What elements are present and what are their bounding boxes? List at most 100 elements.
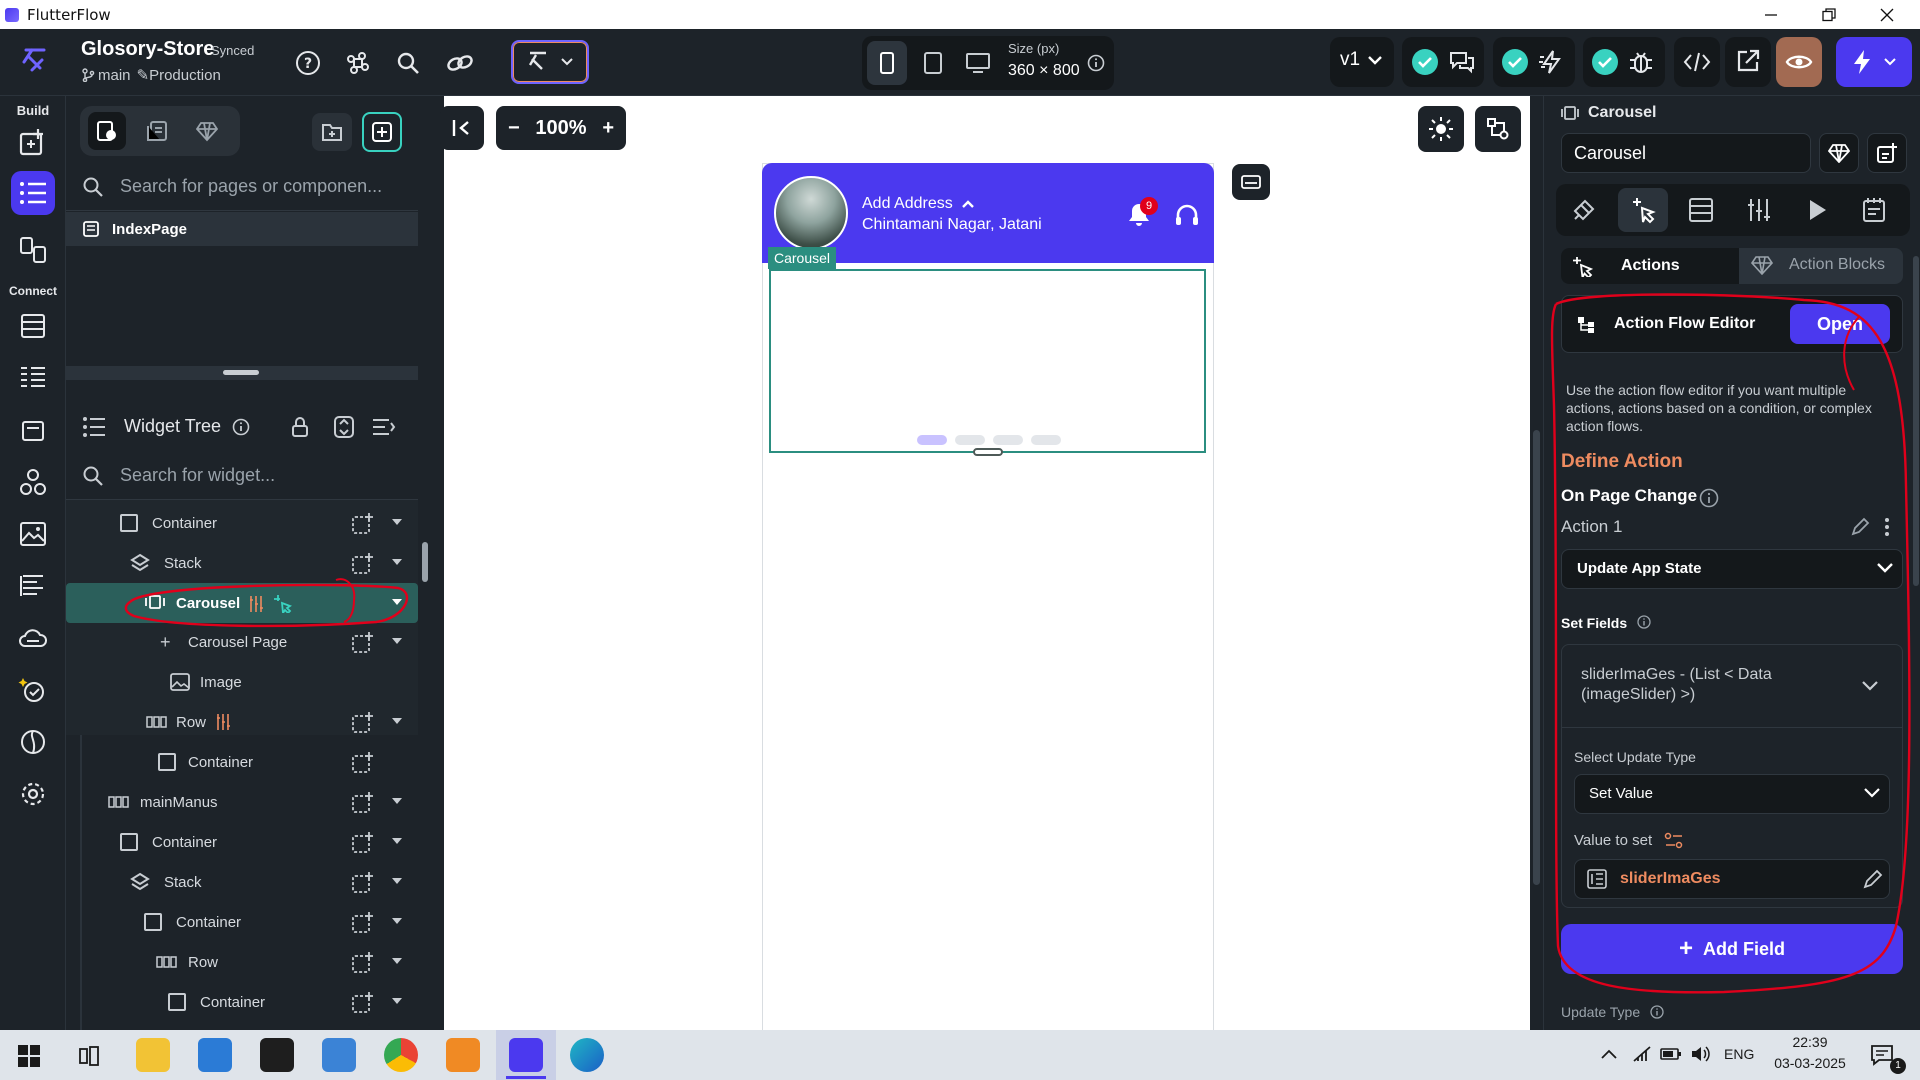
- file-explorer-taskbar-icon[interactable]: [136, 1038, 170, 1072]
- tree-row-menu-caret[interactable]: [392, 559, 402, 565]
- zoom-in-button[interactable]: +: [602, 117, 614, 140]
- add-child-icon[interactable]: [352, 631, 374, 653]
- battery-icon[interactable]: [1660, 1046, 1682, 1062]
- resize-handle[interactable]: [223, 370, 259, 375]
- search-button[interactable]: [392, 47, 424, 79]
- address-title-row[interactable]: Add Address: [862, 195, 975, 213]
- settings-rail-button[interactable]: [11, 772, 55, 816]
- add-widget-rail-button[interactable]: [11, 120, 55, 164]
- cloud-functions-rail-button[interactable]: [11, 616, 55, 660]
- zoom-out-button[interactable]: −: [508, 117, 520, 140]
- actions-tab[interactable]: [1618, 188, 1668, 232]
- collapse-panel-button[interactable]: [440, 106, 484, 150]
- add-child-icon[interactable]: [352, 791, 374, 813]
- page-search[interactable]: Search for pages or componen...: [66, 163, 418, 211]
- carousel-dot[interactable]: [993, 435, 1023, 445]
- filter-list-icon[interactable]: [371, 417, 397, 437]
- add-child-icon[interactable]: [352, 512, 374, 534]
- carousel-indicators[interactable]: [917, 435, 1061, 445]
- documentation-tab[interactable]: [1851, 188, 1897, 232]
- info-icon[interactable]: [232, 418, 250, 436]
- page-list-item[interactable]: IndexPage: [66, 212, 418, 246]
- minimize-window-button[interactable]: [1742, 0, 1800, 29]
- tree-row-menu-caret[interactable]: [392, 958, 402, 964]
- xampp-taskbar-icon[interactable]: [446, 1038, 480, 1072]
- figma-taskbar-icon[interactable]: [260, 1038, 294, 1072]
- add-page-button[interactable]: [362, 112, 402, 152]
- lock-icon[interactable]: [290, 416, 310, 438]
- tree-row-container[interactable]: Container: [66, 742, 418, 782]
- carousel-dot[interactable]: [955, 435, 985, 445]
- tree-row-menu-caret[interactable]: [392, 998, 402, 1004]
- chevron-up-icon[interactable]: [1600, 1048, 1618, 1060]
- add-child-icon[interactable]: [352, 751, 374, 773]
- theme-rail-button[interactable]: [11, 720, 55, 764]
- storyboard-rail-button[interactable]: [11, 228, 55, 272]
- widget-tree-rail-button[interactable]: [11, 171, 55, 215]
- properties-tab[interactable]: [1561, 188, 1607, 232]
- components-tab[interactable]: [138, 112, 176, 150]
- tree-row-menu-caret[interactable]: [392, 519, 402, 525]
- actions-subtab[interactable]: Actions: [1561, 248, 1739, 284]
- language-indicator[interactable]: ENG: [1724, 1046, 1754, 1062]
- library-tab[interactable]: [188, 112, 226, 150]
- chrome-taskbar-icon[interactable]: [384, 1038, 418, 1072]
- add-child-icon[interactable]: [352, 831, 374, 853]
- headset-icon[interactable]: [1174, 203, 1200, 227]
- branch-info[interactable]: main ✎ Production: [81, 66, 221, 84]
- save-to-library-button[interactable]: [1819, 133, 1859, 173]
- device-info-button[interactable]: [1085, 52, 1107, 74]
- tree-row-stack[interactable]: Stack: [66, 862, 418, 902]
- edge-taskbar-icon[interactable]: [570, 1038, 604, 1072]
- widget-search[interactable]: Search for widget...: [66, 452, 418, 500]
- tree-row-row[interactable]: Row: [66, 942, 418, 982]
- generate-children-tab[interactable]: [1736, 188, 1782, 232]
- tree-row-menu-caret[interactable]: [392, 838, 402, 844]
- help-button[interactable]: ?: [292, 47, 324, 79]
- assets-rail-button[interactable]: [11, 512, 55, 556]
- tree-row-container[interactable]: Container: [66, 982, 418, 1022]
- widget-palette-toggle[interactable]: [511, 40, 589, 84]
- widget-name-input[interactable]: Carousel: [1561, 133, 1811, 173]
- database-rail-button[interactable]: [11, 304, 55, 348]
- info-icon[interactable]: [1650, 1005, 1664, 1019]
- canvas-scrollbar-thumb[interactable]: [1533, 430, 1540, 885]
- add-child-icon[interactable]: [352, 711, 374, 733]
- api-calls-rail-button[interactable]: [11, 356, 55, 400]
- store-taskbar-icon[interactable]: [198, 1038, 232, 1072]
- tablet-device-button[interactable]: [913, 41, 953, 85]
- restore-window-button[interactable]: [1800, 0, 1858, 29]
- canvas-settings-button[interactable]: [1475, 106, 1521, 152]
- tree-row-menu-caret[interactable]: [392, 878, 402, 884]
- add-folder-button[interactable]: [312, 113, 352, 151]
- integrations-rail-button[interactable]: [11, 460, 55, 504]
- resize-handle[interactable]: [973, 448, 1003, 456]
- command-palette-button[interactable]: [342, 47, 374, 79]
- animations-tab[interactable]: [1794, 188, 1840, 232]
- expand-collapse-icon[interactable]: [333, 415, 355, 439]
- tree-row-menu-caret[interactable]: [392, 918, 402, 924]
- tree-row-container[interactable]: Container: [66, 902, 418, 942]
- add-child-icon[interactable]: [352, 871, 374, 893]
- tree-row-row[interactable]: Row: [66, 702, 418, 742]
- tree-row-menu-caret[interactable]: [392, 638, 402, 644]
- carousel-dot-active[interactable]: [917, 435, 947, 445]
- media-rail-button[interactable]: [11, 408, 55, 452]
- run-app-button[interactable]: [1836, 37, 1912, 87]
- project-name[interactable]: Glosory-Store: [81, 38, 214, 61]
- panel-resize-divider[interactable]: [66, 366, 418, 380]
- windows-start-icon[interactable]: [18, 1045, 40, 1067]
- tree-row-mainmanus[interactable]: mainManus: [66, 782, 418, 822]
- desktop-device-button[interactable]: [958, 41, 998, 85]
- close-window-button[interactable]: [1858, 0, 1916, 29]
- add-child-icon[interactable]: [352, 991, 374, 1013]
- add-child-icon[interactable]: [352, 951, 374, 973]
- share-link-button[interactable]: [443, 47, 477, 79]
- keyboard-toggle-button[interactable]: [1232, 164, 1270, 200]
- action-blocks-subtab[interactable]: Action Blocks: [1789, 256, 1885, 274]
- network-icon[interactable]: [1632, 1045, 1652, 1063]
- tree-row-container[interactable]: Container: [66, 822, 418, 862]
- pages-tab[interactable]: [88, 112, 126, 150]
- add-child-icon[interactable]: [352, 552, 374, 574]
- tree-scrollbar-thumb[interactable]: [422, 542, 428, 582]
